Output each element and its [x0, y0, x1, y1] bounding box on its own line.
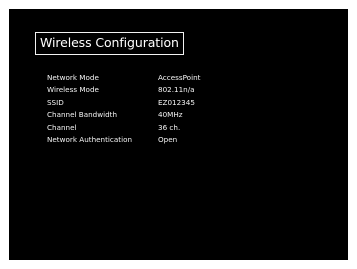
network-mode-value: AccessPoint [158, 73, 201, 82]
wireless-mode-label: Wireless Mode [47, 85, 99, 95]
ssid-label: SSID [47, 97, 64, 107]
wireless-config-screen: Wireless Configuration Network Mode Acce… [9, 9, 348, 260]
network-mode-label: Network Mode [47, 73, 99, 82]
page-title: Wireless Configuration [40, 35, 179, 51]
channel-bandwidth-value: 40MHz [158, 110, 183, 120]
setting-row-channel-bandwidth: Channel Bandwidth 40MHz [47, 109, 307, 121]
channel-bandwidth-label: Channel Bandwidth [47, 110, 118, 120]
ssid-value: EZ012345 [158, 97, 195, 107]
setting-row-channel: Channel 36 ch. [47, 122, 307, 134]
network-authentication-value: Open [158, 134, 178, 144]
wireless-mode-value: 802.11n/a [158, 85, 195, 95]
setting-row-network-mode: Network Mode AccessPoint [47, 72, 307, 84]
settings-list: Network Mode AccessPoint Wireless Mode 8… [47, 72, 307, 146]
setting-row-network-authentication: Network Authentication Open [47, 134, 307, 146]
setting-row-ssid: SSID EZ012345 [47, 97, 307, 109]
channel-value: 36 ch. [158, 122, 181, 132]
channel-label: Channel [47, 122, 77, 132]
network-authentication-label: Network Authentication [47, 134, 133, 144]
setting-row-wireless-mode: Wireless Mode 802.11n/a [47, 84, 307, 96]
page-title-box: Wireless Configuration [35, 32, 184, 55]
